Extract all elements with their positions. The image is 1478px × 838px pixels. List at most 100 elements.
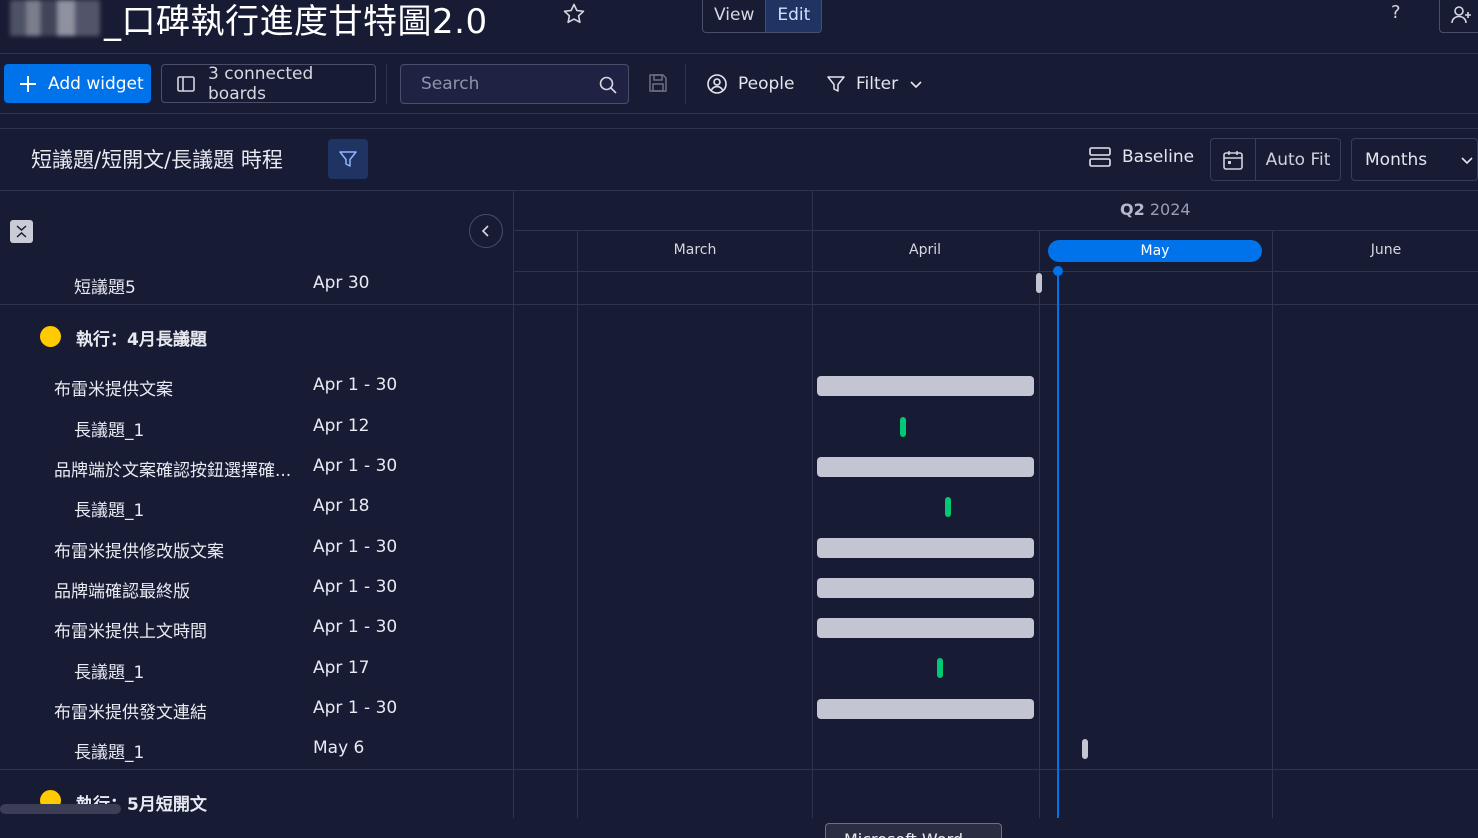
subitem-name[interactable]: 長議題_1	[74, 658, 144, 683]
gantt-bar[interactable]	[817, 538, 1034, 558]
gantt-milestone[interactable]	[937, 658, 943, 678]
item-date: Apr 1 - 30	[313, 698, 398, 718]
today-marker-dot	[1053, 266, 1063, 276]
item-name[interactable]: 布雷米提供發文連結	[54, 698, 207, 723]
quarter-prefix: Q2	[1120, 200, 1145, 219]
collapse-pane-button[interactable]	[469, 214, 503, 248]
connected-boards-button[interactable]: 3 connected boards	[161, 63, 376, 104]
group-title[interactable]: 執行：4月長議題	[76, 325, 207, 350]
month-gridline	[1039, 231, 1040, 818]
collapse-all-icon[interactable]	[10, 220, 33, 243]
month-label-may-current: May	[1048, 240, 1262, 262]
gantt-milestone[interactable]	[945, 497, 951, 517]
item-name[interactable]: 布雷米提供上文時間	[54, 617, 207, 642]
subitem-name[interactable]: 長議題_1	[74, 496, 144, 521]
board-icon	[176, 74, 196, 94]
subitem-date: May 6	[313, 738, 365, 758]
item-name[interactable]: 品牌端確認最終版	[54, 577, 190, 602]
toolbar-separator	[386, 64, 387, 104]
board-title[interactable]: _口碑執行進度甘特圖2.0	[104, 0, 488, 43]
today-button[interactable]	[1211, 139, 1256, 180]
plus-icon	[18, 74, 38, 94]
timeline-header-divider	[514, 230, 1478, 231]
add-widget-button[interactable]: Add widget	[4, 64, 151, 103]
chevron-left-icon	[479, 224, 493, 238]
save-icon[interactable]	[647, 72, 669, 94]
workspace-avatar	[10, 0, 100, 36]
people-filter-button[interactable]: People	[706, 68, 794, 100]
pane-divider	[513, 190, 514, 818]
calendar-icon	[1222, 149, 1244, 171]
widget-filter-button[interactable]	[328, 139, 368, 179]
divider	[0, 128, 1478, 129]
search-input[interactable]	[421, 74, 591, 94]
divider	[0, 190, 1478, 191]
filter-button[interactable]: Filter	[826, 68, 924, 100]
gantt-bar[interactable]	[817, 457, 1034, 477]
divider	[0, 113, 1478, 114]
item-name[interactable]: 布雷米提供文案	[54, 375, 173, 400]
quarter-label: Q2 2024	[1120, 200, 1191, 219]
star-icon[interactable]	[562, 2, 586, 26]
search-box	[400, 64, 629, 104]
horizontal-scrollbar[interactable]	[0, 804, 121, 814]
invite-icon	[1449, 3, 1473, 27]
subitem-name[interactable]: 長議題_1	[74, 416, 144, 441]
group-divider	[0, 769, 1478, 770]
autofit-button[interactable]: Auto Fit	[1256, 139, 1340, 180]
chevron-down-icon	[1459, 152, 1475, 168]
gantt-milestone[interactable]	[900, 417, 906, 437]
gantt-bar[interactable]	[817, 376, 1034, 396]
chevron-down-icon	[908, 76, 924, 92]
filter-icon	[826, 74, 846, 94]
month-label-june: June	[1370, 242, 1402, 258]
divider	[0, 53, 1478, 54]
item-date: Apr 1 - 30	[313, 617, 398, 637]
baseline-button[interactable]: Baseline	[1088, 145, 1194, 169]
quarter-year: 2024	[1149, 200, 1191, 219]
widget-title: 短議題/短開文/長議題 時程	[31, 148, 283, 172]
gantt-milestone[interactable]	[1082, 739, 1088, 759]
taskbar-tooltip: Microsoft Word	[825, 823, 1002, 838]
item-date: Apr 1 - 30	[313, 537, 398, 557]
gantt-bar[interactable]	[817, 618, 1034, 638]
group-divider	[0, 304, 514, 305]
gantt-milestone[interactable]	[1036, 273, 1042, 293]
subitem-name[interactable]: 短議題5	[74, 273, 136, 298]
today-marker-line	[1057, 270, 1059, 818]
view-edit-toggle: View Edit	[702, 0, 823, 33]
group-divider	[514, 304, 1478, 305]
month-label-march: March	[673, 242, 717, 258]
people-label: People	[738, 74, 795, 94]
filter-icon	[338, 149, 358, 169]
subitem-name[interactable]: 長議題_1	[74, 738, 144, 763]
month-gridline	[577, 231, 578, 818]
timeline-header-divider	[514, 271, 1478, 272]
month-label-april: April	[909, 242, 941, 258]
edit-mode-button[interactable]: Edit	[765, 0, 822, 32]
connected-boards-label: 3 connected boards	[208, 63, 314, 104]
item-name[interactable]: 品牌端於文案確認按鈕選擇確...	[54, 456, 291, 481]
item-name[interactable]: 布雷米提供修改版文案	[54, 537, 224, 562]
person-icon	[706, 73, 728, 95]
autofit-group: Auto Fit	[1210, 138, 1341, 181]
zoom-level-select[interactable]: Months	[1351, 138, 1478, 181]
gantt-bar[interactable]	[817, 699, 1034, 719]
help-icon[interactable]: ?	[1391, 2, 1401, 23]
item-date: Apr 1 - 30	[313, 577, 398, 597]
add-widget-label: Add widget	[48, 73, 144, 94]
group-color-dot[interactable]	[40, 326, 61, 347]
item-date: Apr 1 - 30	[313, 375, 398, 395]
filter-label: Filter	[856, 74, 899, 94]
quarter-boundary	[812, 190, 813, 230]
baseline-label: Baseline	[1122, 147, 1195, 167]
item-date: Apr 1 - 30	[313, 456, 398, 476]
invite-button[interactable]	[1439, 0, 1478, 33]
subitem-date: Apr 12	[313, 416, 370, 436]
month-gridline	[1272, 231, 1273, 818]
search-icon[interactable]	[598, 75, 618, 95]
gantt-bar[interactable]	[817, 578, 1034, 598]
zoom-level-value: Months	[1365, 149, 1428, 170]
baseline-icon	[1088, 145, 1112, 169]
view-mode-button[interactable]: View	[703, 0, 765, 32]
